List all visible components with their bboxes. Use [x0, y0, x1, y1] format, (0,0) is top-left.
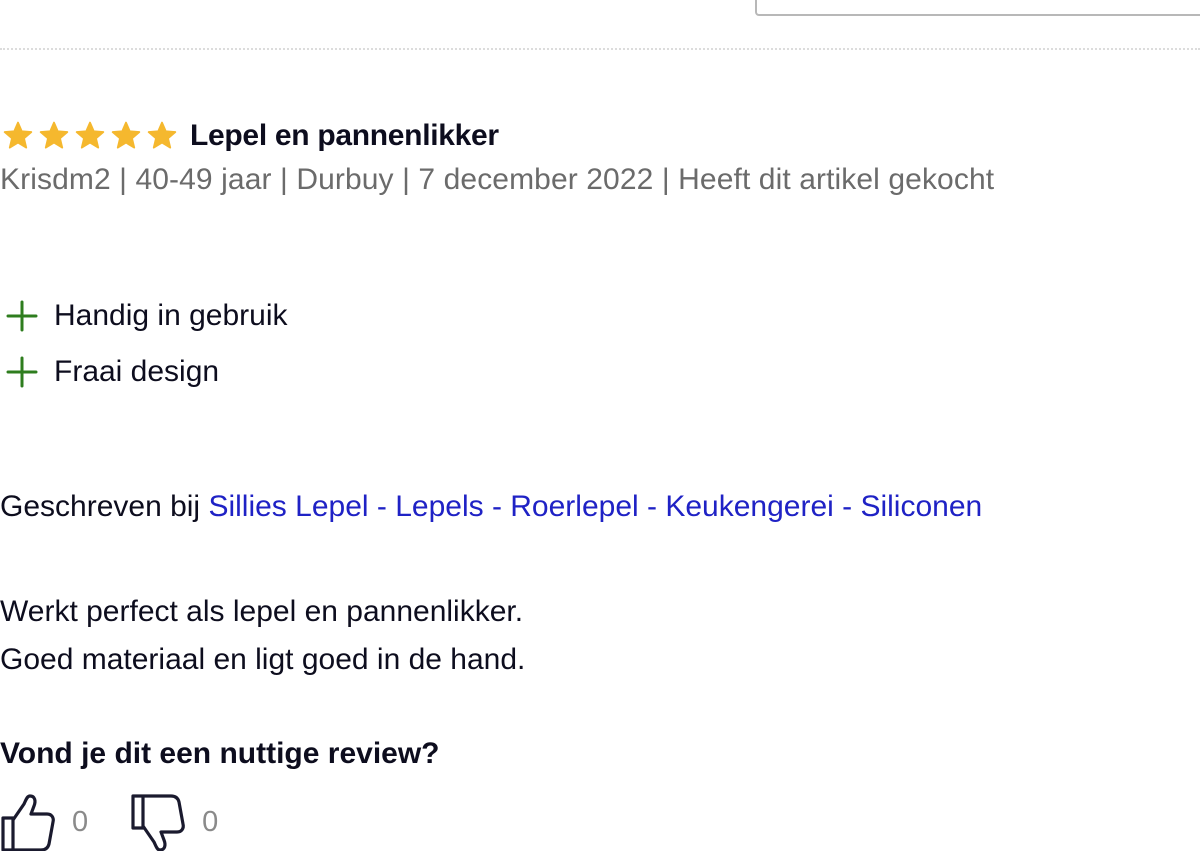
review-body-line: Goed materiaal en ligt goed in de hand. — [0, 643, 526, 676]
thumbs-up-icon — [1, 794, 55, 851]
star-icon — [146, 121, 178, 151]
product-link[interactable]: Sillies Lepel - Lepels - Roerlepel - Keu… — [208, 490, 982, 523]
thumbs-down-button[interactable]: 0 — [130, 792, 218, 851]
star-icon — [110, 121, 142, 151]
pro-item: Fraai design — [4, 344, 287, 400]
plus-icon — [6, 300, 38, 332]
star-icon — [2, 121, 34, 151]
top-input-box[interactable] — [755, 0, 1200, 16]
pros-list: Handig in gebruik Fraai design — [4, 288, 287, 400]
thumbs-up-count: 0 — [72, 805, 89, 838]
thumbs-down-icon — [131, 794, 185, 851]
star-icon — [38, 121, 70, 151]
thumbs-up-button[interactable]: 0 — [0, 792, 88, 851]
pro-item: Handig in gebruik — [4, 288, 287, 344]
pro-label: Handig in gebruik — [54, 299, 288, 332]
review-body-line: Werkt perfect als lepel en pannenlikker. — [0, 595, 524, 628]
written-for: Geschreven bij Sillies Lepel - Lepels - … — [0, 490, 982, 524]
review-header: Lepel en pannenlikker — [2, 114, 499, 158]
helpful-question: Vond je dit een nuttige review? — [0, 737, 440, 770]
star-icon — [74, 121, 106, 151]
vote-buttons: 0 0 — [0, 792, 218, 851]
plus-icon — [6, 356, 38, 388]
pro-label: Fraai design — [54, 355, 220, 388]
thumbs-down-count: 0 — [202, 805, 219, 838]
review-page: Lepel en pannenlikker Krisdm2 | 40-49 ja… — [0, 0, 1200, 851]
section-divider — [0, 48, 1200, 50]
star-rating — [2, 121, 178, 151]
review-title: Lepel en pannenlikker — [190, 119, 499, 152]
written-prefix: Geschreven bij — [0, 490, 201, 523]
review-body: Werkt perfect als lepel en pannenlikker.… — [0, 588, 525, 684]
review-meta: Krisdm2 | 40-49 jaar | Durbuy | 7 decemb… — [0, 163, 995, 196]
